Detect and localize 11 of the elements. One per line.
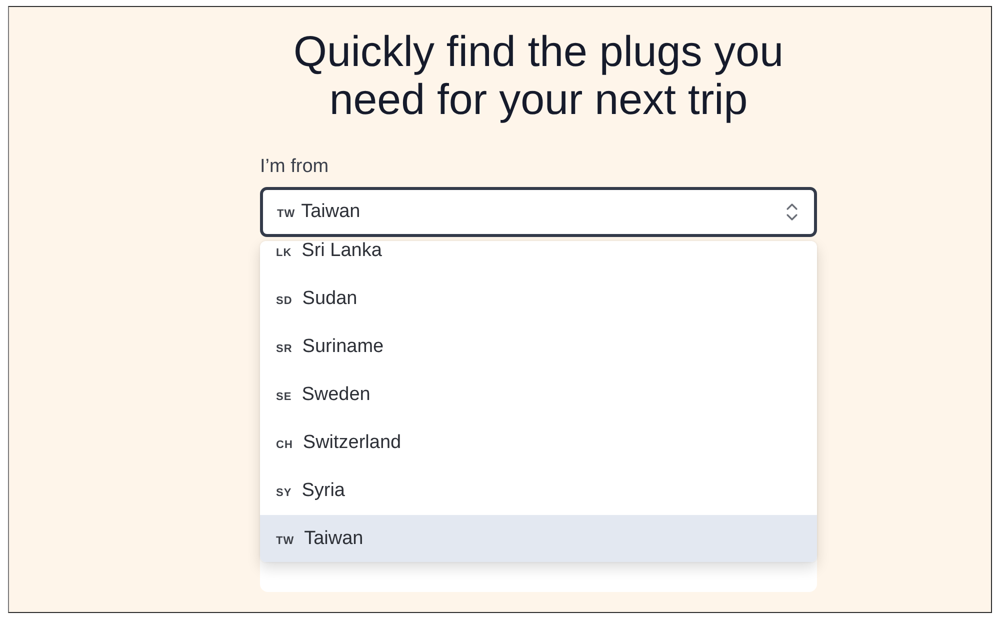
select-field[interactable]: TW Taiwan [260,187,817,237]
dropdown-option[interactable]: SR Suriname [260,323,817,371]
dropdown-option[interactable]: SD Sudan [260,275,817,323]
dropdown-option[interactable]: CH Switzerland [260,419,817,467]
field-label: I’m from [260,156,329,178]
dropdown-option[interactable]: TW Taiwan [260,515,817,562]
page-title: Quickly find the plugs you need for your next trip [292,28,784,124]
dropdown-option[interactable]: SE Sweden [260,371,817,419]
chevron-up-down-icon [786,202,798,222]
dropdown-option[interactable]: SY Syria [260,467,817,515]
dropdown-option[interactable]: LK Sri Lanka [260,241,817,275]
